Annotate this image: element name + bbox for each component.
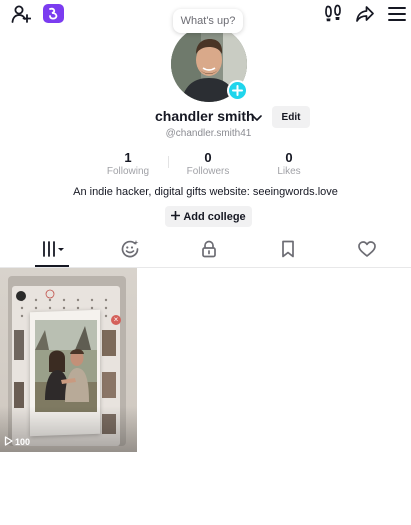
add-college-label: Add college	[183, 210, 246, 223]
lock-icon	[201, 240, 217, 263]
stat-following[interactable]: 1 Following	[93, 150, 163, 177]
profile-stats: 1 Following 0 Followers 0 Likes	[0, 150, 411, 178]
profile-tabs	[0, 236, 411, 268]
chevron-down-icon[interactable]	[251, 111, 263, 123]
likes-label: Likes	[277, 166, 301, 177]
tab-liked[interactable]	[352, 240, 382, 262]
add-college-button[interactable]: Add college	[165, 206, 252, 227]
reposts-icon	[120, 239, 140, 264]
followers-label: Followers	[186, 166, 230, 177]
edit-profile-button[interactable]: Edit	[272, 106, 310, 128]
stat-followers[interactable]: 0 Followers	[173, 150, 243, 177]
status-bubble[interactable]: What's up?	[173, 9, 243, 33]
stat-divider	[168, 156, 169, 168]
grid-videos-icon	[41, 240, 65, 262]
tab-videos[interactable]	[38, 240, 68, 262]
following-label: Following	[106, 166, 150, 177]
heart-icon	[358, 240, 376, 262]
app-badge-icon[interactable]	[43, 4, 64, 23]
footprint-icon[interactable]	[322, 3, 344, 25]
likes-count: 0	[285, 150, 293, 165]
add-avatar-icon[interactable]	[227, 80, 248, 101]
active-tab-indicator	[35, 265, 69, 267]
pin-icon	[16, 291, 26, 301]
menu-icon[interactable]	[386, 3, 408, 25]
bookmark-icon	[281, 240, 295, 263]
tab-reposts[interactable]	[115, 239, 145, 264]
play-icon	[4, 436, 13, 448]
profile-handle: @chandler.smith41	[165, 128, 252, 139]
followers-count: 0	[204, 150, 212, 165]
plus-icon	[171, 210, 181, 223]
couple-photo	[35, 320, 97, 412]
view-count: 100	[15, 437, 31, 447]
profile-name[interactable]: chandler smith	[155, 108, 255, 124]
add-user-icon[interactable]	[10, 3, 32, 25]
name-row: chandler smith Edit	[0, 106, 411, 128]
following-count: 1	[124, 150, 132, 165]
close-icon: ×	[111, 315, 121, 325]
share-icon[interactable]	[354, 3, 376, 25]
video-thumbnail[interactable]: × 100	[0, 268, 137, 452]
play-count: 100	[4, 436, 30, 448]
tab-private[interactable]	[194, 240, 224, 262]
stat-likes[interactable]: 0 Likes	[254, 150, 324, 177]
profile-bio: An indie hacker, digital gifts website: …	[73, 186, 338, 198]
tab-saved[interactable]	[273, 240, 303, 262]
